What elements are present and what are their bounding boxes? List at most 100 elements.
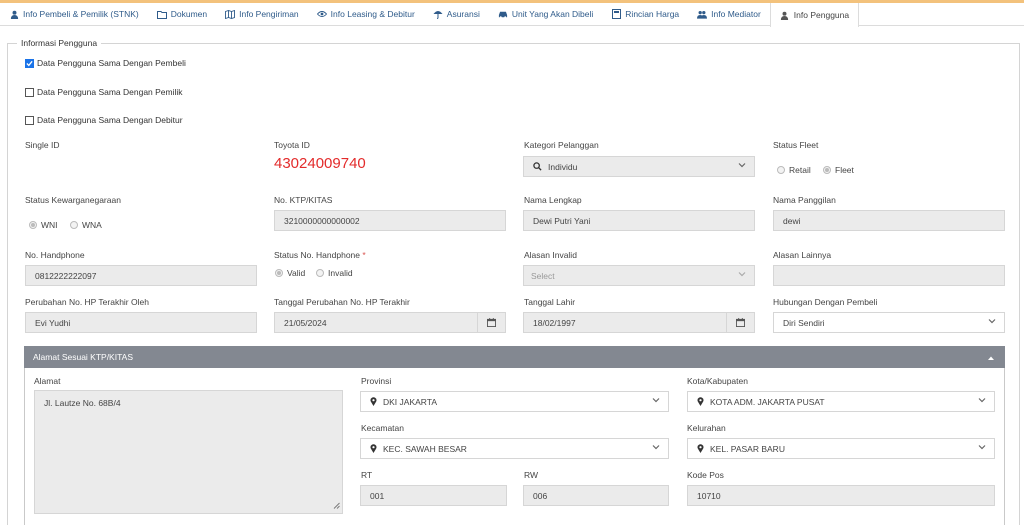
nama-lengkap-label: Nama Lengkap: [524, 195, 582, 205]
status-hp-label-text: Status No. Handphone: [274, 250, 361, 260]
handphone-input[interactable]: 0812222222097: [25, 265, 257, 286]
tab-label: Info Leasing & Debitur: [330, 9, 415, 19]
toyota-id-label: Toyota ID: [274, 140, 310, 150]
checkbox-label: Data Pengguna Sama Dengan Debitur: [37, 115, 183, 125]
radio-label: Invalid: [328, 268, 353, 278]
radio-fleet[interactable]: Fleet: [823, 165, 854, 175]
alasan-invalid-label: Alasan Invalid: [524, 250, 577, 260]
checkbox-checked-icon[interactable]: [25, 58, 34, 68]
kecamatan-select[interactable]: KEC. SAWAH BESAR: [360, 438, 669, 459]
hubungan-value: Diri Sendiri: [783, 317, 825, 328]
status-hp-label: Status No. Handphone *: [274, 250, 366, 260]
radio-unselected-icon[interactable]: [70, 221, 78, 229]
handphone-value: 0812222222097: [35, 270, 97, 281]
tab-dokumen[interactable]: Dokumen: [148, 3, 216, 25]
checkbox-sama-debitur[interactable]: Data Pengguna Sama Dengan Debitur: [25, 115, 183, 125]
tab-info-leasing[interactable]: Info Leasing & Debitur: [308, 3, 424, 25]
radio-label: Fleet: [835, 165, 854, 175]
radio-valid[interactable]: Valid: [275, 268, 305, 278]
tanggal-lahir-value: 18/02/1997: [533, 317, 576, 328]
kelurahan-value: KEL. PASAR BARU: [710, 443, 785, 454]
nama-panggilan-value: dewi: [783, 215, 801, 226]
calendar-icon[interactable]: [477, 313, 505, 332]
kodepos-label: Kode Pos: [687, 470, 724, 480]
alamat-label: Alamat: [34, 376, 61, 386]
kategori-pelanggan-select[interactable]: Individu: [523, 156, 755, 177]
alasan-lainnya-input[interactable]: [773, 265, 1005, 286]
radio-unselected-icon[interactable]: [777, 166, 785, 174]
chevron-down-icon: [978, 443, 986, 453]
radio-selected-icon[interactable]: [275, 269, 283, 277]
required-marker: *: [362, 250, 366, 260]
radio-wni[interactable]: WNI: [29, 220, 58, 230]
user-icon: [9, 9, 19, 19]
rw-input[interactable]: 006: [523, 485, 669, 506]
alasan-invalid-select[interactable]: Select: [523, 265, 755, 286]
alamat-textarea[interactable]: Jl. Lautze No. 68B/4: [34, 390, 343, 514]
umbrella-icon: [433, 9, 443, 19]
perubahan-hp-input[interactable]: Evi Yudhi: [25, 312, 257, 333]
radio-label: Retail: [789, 165, 811, 175]
kelurahan-select[interactable]: KEL. PASAR BARU: [687, 438, 995, 459]
user-icon: [780, 10, 790, 20]
ktp-input[interactable]: 3210000000000002: [274, 210, 506, 231]
kelurahan-label: Kelurahan: [687, 423, 726, 433]
resize-handle-icon[interactable]: [333, 501, 340, 511]
collapse-icon[interactable]: [987, 353, 995, 363]
provinsi-select[interactable]: DKI JAKARTA: [360, 391, 669, 412]
ktp-label: No. KTP/KITAS: [274, 195, 333, 205]
handphone-label: No. Handphone: [25, 250, 85, 260]
radio-label: WNA: [82, 220, 102, 230]
tanggal-perubahan-input[interactable]: 21/05/2024: [274, 312, 506, 333]
tab-info-mediator[interactable]: Info Mediator: [688, 3, 770, 25]
kecamatan-label: Kecamatan: [361, 423, 404, 433]
tanggal-perubahan-label: Tanggal Perubahan No. HP Terakhir: [274, 297, 410, 307]
radio-selected-icon[interactable]: [823, 166, 831, 174]
chevron-down-icon: [738, 161, 746, 171]
tab-label: Dokumen: [170, 9, 208, 19]
tab-info-pengguna[interactable]: Info Pengguna: [769, 3, 860, 27]
kategori-pelanggan-value: Individu: [548, 161, 578, 172]
checkbox-unchecked-icon[interactable]: [25, 115, 34, 125]
chevron-down-icon: [988, 317, 996, 327]
kota-value: KOTA ADM. JAKARTA PUSAT: [710, 396, 825, 407]
nama-panggilan-input[interactable]: dewi: [773, 210, 1005, 231]
radio-unselected-icon[interactable]: [316, 269, 324, 277]
checkbox-sama-pembeli[interactable]: Data Pengguna Sama Dengan Pembeli: [25, 58, 186, 68]
tab-asuransi[interactable]: Asuransi: [424, 3, 489, 25]
checkbox-unchecked-icon[interactable]: [25, 87, 34, 97]
chevron-down-icon: [652, 443, 660, 453]
hubungan-select[interactable]: Diri Sendiri: [773, 312, 1005, 333]
rt-input[interactable]: 001: [360, 485, 507, 506]
tab-info-pengiriman[interactable]: Info Pengiriman: [216, 3, 308, 25]
nama-lengkap-input[interactable]: Dewi Putri Yani: [523, 210, 755, 231]
tab-rincian-harga[interactable]: Rincian Harga: [602, 3, 688, 25]
tab-label: Asuransi: [446, 9, 480, 19]
address-panel-header[interactable]: Alamat Sesuai KTP/KITAS: [24, 346, 1005, 368]
checkbox-sama-pemilik[interactable]: Data Pengguna Sama Dengan Pemilik: [25, 87, 183, 97]
tanggal-perubahan-value: 21/05/2024: [284, 317, 327, 328]
checkbox-label: Data Pengguna Sama Dengan Pemilik: [37, 87, 183, 97]
radio-invalid[interactable]: Invalid: [316, 268, 353, 278]
hubungan-label: Hubungan Dengan Pembeli: [773, 297, 878, 307]
tab-info-pembeli[interactable]: Info Pembeli & Pemilik (STNK): [0, 3, 148, 25]
radio-retail[interactable]: Retail: [777, 165, 811, 175]
radio-wna[interactable]: WNA: [70, 220, 102, 230]
tanggal-lahir-input[interactable]: 18/02/1997: [523, 312, 755, 333]
users-icon: [697, 9, 708, 19]
nama-panggilan-label: Nama Panggilan: [773, 195, 836, 205]
nama-lengkap-value: Dewi Putri Yani: [533, 215, 591, 226]
tab-unit[interactable]: Unit Yang Akan Dibeli: [489, 3, 602, 25]
rw-value: 006: [533, 490, 548, 501]
kewarganegaraan-label: Status Kewarganegaraan: [25, 195, 121, 205]
calendar-icon[interactable]: [726, 313, 754, 332]
ktp-value: 3210000000000002: [284, 215, 360, 226]
tab-bar: Info Pembeli & Pemilik (STNK) Dokumen In…: [0, 3, 1024, 27]
kodepos-input[interactable]: 10710: [687, 485, 995, 506]
map-marker-icon: [370, 397, 377, 406]
radio-label: Valid: [287, 268, 306, 278]
status-fleet-label: Status Fleet: [773, 140, 819, 150]
section-title: Informasi Pengguna: [17, 38, 102, 48]
radio-selected-icon[interactable]: [29, 221, 37, 229]
kota-select[interactable]: KOTA ADM. JAKARTA PUSAT: [687, 391, 995, 412]
